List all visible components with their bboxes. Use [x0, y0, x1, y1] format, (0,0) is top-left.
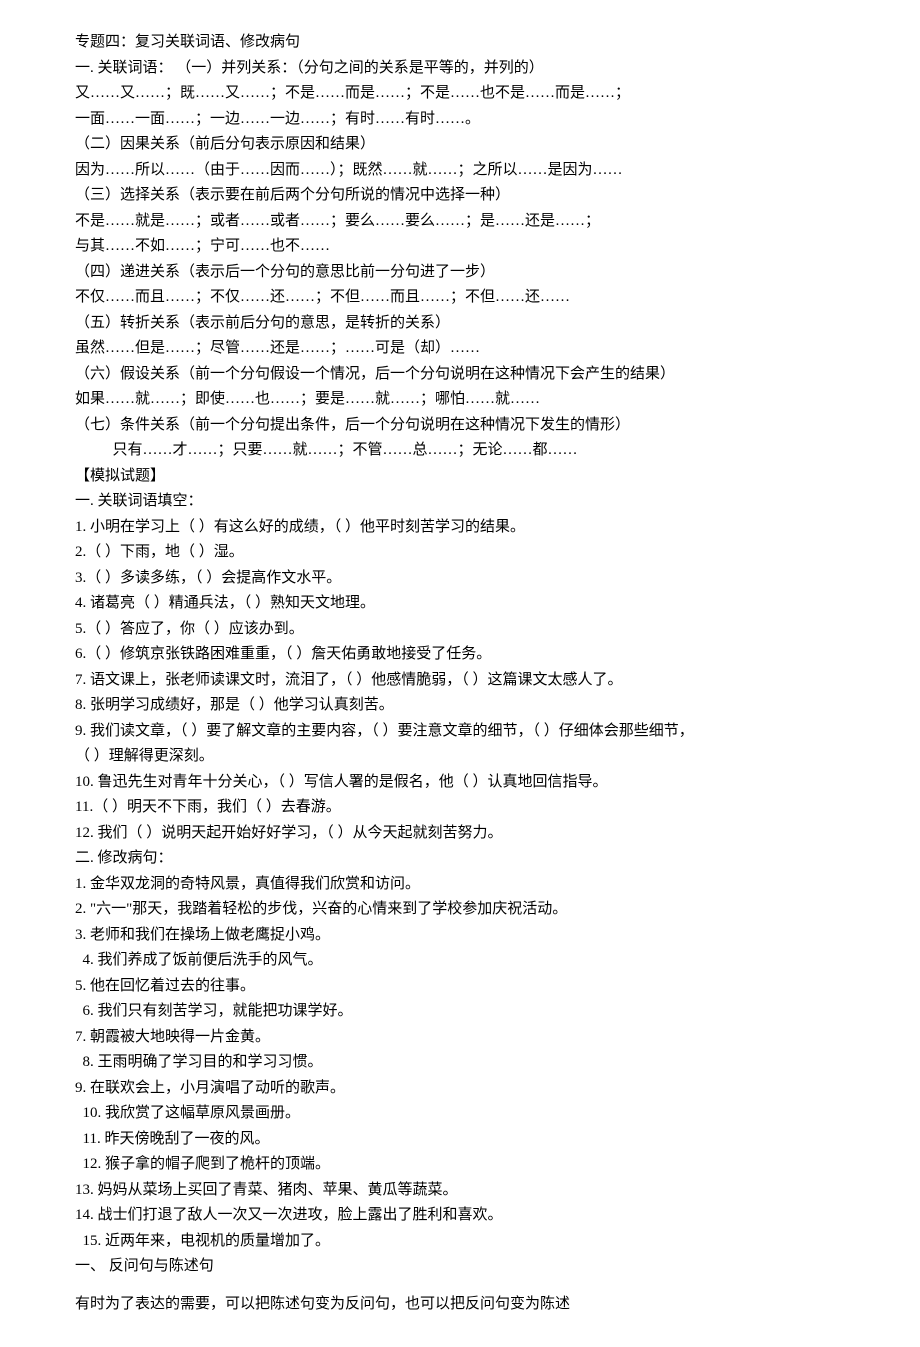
text-line: 12. 猴子拿的帽子爬到了桅杆的顶端。: [75, 1152, 845, 1178]
text-line: 11. 昨天傍晚刮了一夜的风。: [75, 1127, 845, 1153]
text-line: 专题四：复习关联词语、修改病句: [75, 30, 845, 56]
text-line: 1. 小明在学习上（ ）有这么好的成绩，（ ）他平时刻苦学习的结果。: [75, 515, 845, 541]
text-line: （三）选择关系（表示要在前后两个分句所说的情况中选择一种）: [75, 183, 845, 209]
text-line: 8. 王雨明确了学习目的和学习习惯。: [75, 1050, 845, 1076]
document-body: 专题四：复习关联词语、修改病句一. 关联词语： （一）并列关系：（分句之间的关系…: [75, 30, 845, 1317]
text-line: 又……又……；既……又……；不是……而是……；不是……也不是……而是……；: [75, 81, 845, 107]
text-line: 与其……不如……；宁可……也不……: [75, 234, 845, 260]
text-line: 有时为了表达的需要，可以把陈述句变为反问句，也可以把反问句变为陈述: [75, 1292, 845, 1318]
text-line: （ ）理解得更深刻。: [75, 744, 845, 770]
text-line: （六）假设关系（前一个分句假设一个情况，后一个分句说明在这种情况下会产生的结果）: [75, 362, 845, 388]
text-line: 2.（ ）下雨，地（ ）湿。: [75, 540, 845, 566]
text-line: （二）因果关系（前后分句表示原因和结果）: [75, 132, 845, 158]
text-line: 10. 我欣赏了这幅草原风景画册。: [75, 1101, 845, 1127]
text-line: 一面……一面……；一边……一边……；有时……有时……。: [75, 107, 845, 133]
text-line: 4. 诸葛亮（ ）精通兵法，（ ）熟知天文地理。: [75, 591, 845, 617]
text-line: 11.（ ）明天不下雨，我们（ ）去春游。: [75, 795, 845, 821]
text-line: 3.（ ）多读多练，（ ）会提高作文水平。: [75, 566, 845, 592]
text-line: 因为……所以……（由于……因而……）；既然……就……；之所以……是因为……: [75, 158, 845, 184]
text-line: 【模拟试题】: [75, 464, 845, 490]
text-line: 14. 战士们打退了敌人一次又一次进攻，脸上露出了胜利和喜欢。: [75, 1203, 845, 1229]
text-line: 如果……就……；即使……也……；要是……就……；哪怕……就……: [75, 387, 845, 413]
text-line: （五）转折关系（表示前后分句的意思，是转折的关系）: [75, 311, 845, 337]
text-line: 一. 关联词语： （一）并列关系：（分句之间的关系是平等的，并列的）: [75, 56, 845, 82]
text-line: 虽然……但是……；尽管……还是……；……可是（却）……: [75, 336, 845, 362]
text-line: 7. 朝霞被大地映得一片金黄。: [75, 1025, 845, 1051]
text-line: 一、 反问句与陈述句: [75, 1254, 845, 1280]
text-line: （七）条件关系（前一个分句提出条件，后一个分句说明在这种情况下发生的情形）: [75, 413, 845, 439]
text-line: （四）递进关系（表示后一个分句的意思比前一分句进了一步）: [75, 260, 845, 286]
text-line: 一. 关联词语填空：: [75, 489, 845, 515]
text-line: 13. 妈妈从菜场上买回了青菜、猪肉、苹果、黄瓜等蔬菜。: [75, 1178, 845, 1204]
text-line: 6.（ ）修筑京张铁路困难重重，（ ）詹天佑勇敢地接受了任务。: [75, 642, 845, 668]
text-line: 2. "六一"那天，我踏着轻松的步伐，兴奋的心情来到了学校参加庆祝活动。: [75, 897, 845, 923]
text-line: 不是……就是……；或者……或者……；要么……要么……；是……还是……；: [75, 209, 845, 235]
text-line: 5. 他在回忆着过去的往事。: [75, 974, 845, 1000]
text-line: 15. 近两年来，电视机的质量增加了。: [75, 1229, 845, 1255]
text-line: 7. 语文课上，张老师读课文时，流泪了，（ ）他感情脆弱，（ ）这篇课文太感人了…: [75, 668, 845, 694]
text-line: 只有……才……；只要……就……；不管……总……；无论……都……: [75, 438, 845, 464]
text-line: 5.（ ）答应了，你（ ）应该办到。: [75, 617, 845, 643]
text-line: 1. 金华双龙洞的奇特风景，真值得我们欣赏和访问。: [75, 872, 845, 898]
text-line: 4. 我们养成了饭前便后洗手的风气。: [75, 948, 845, 974]
text-line: 6. 我们只有刻苦学习，就能把功课学好。: [75, 999, 845, 1025]
text-line: 3. 老师和我们在操场上做老鹰捉小鸡。: [75, 923, 845, 949]
text-line: 9. 在联欢会上，小月演唱了动听的歌声。: [75, 1076, 845, 1102]
text-line: 8. 张明学习成绩好，那是（ ）他学习认真刻苦。: [75, 693, 845, 719]
text-line: 不仅……而且……；不仅……还……；不但……而且……；不但……还……: [75, 285, 845, 311]
text-line: 二. 修改病句：: [75, 846, 845, 872]
text-line: 10. 鲁迅先生对青年十分关心，（ ）写信人署的是假名，他（ ）认真地回信指导。: [75, 770, 845, 796]
text-line: 9. 我们读文章，（ ）要了解文章的主要内容，（ ）要注意文章的细节，（ ）仔细…: [75, 719, 845, 745]
text-line: 12. 我们（ ）说明天起开始好好学习，（ ）从今天起就刻苦努力。: [75, 821, 845, 847]
